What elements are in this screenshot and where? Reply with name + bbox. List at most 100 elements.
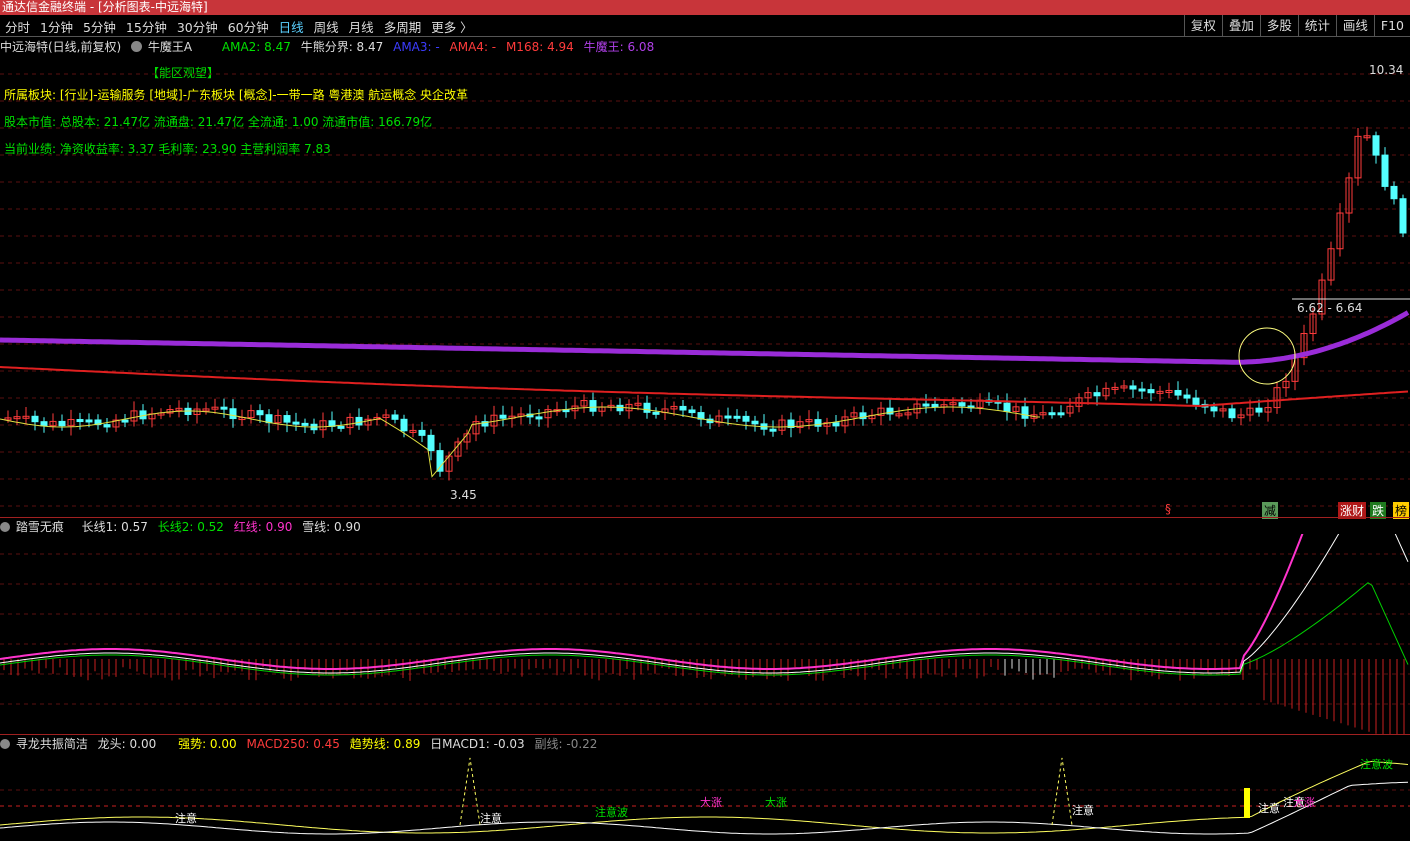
- candle-body: [337, 425, 345, 429]
- candle-body: [1147, 389, 1155, 394]
- tool-button-3[interactable]: 统计: [1297, 15, 1336, 37]
- period-tab-0[interactable]: 分时: [0, 17, 35, 36]
- candle-body: [121, 419, 129, 423]
- indicator2-name[interactable]: 寻龙共振简洁: [16, 737, 88, 751]
- candle-body: [436, 450, 444, 472]
- marker-s: §: [1165, 502, 1171, 516]
- window-title: 通达信金融终端 - [分析图表-中远海特]: [0, 0, 1410, 15]
- macd250-value: MACD250: 0.45: [246, 737, 340, 751]
- candle-body: [301, 422, 309, 426]
- candle-body: [1399, 198, 1407, 234]
- signal-label: 大涨: [700, 795, 722, 809]
- signal-label: 注意: [1258, 801, 1280, 815]
- candle-body: [1138, 388, 1146, 392]
- candle-body: [679, 405, 687, 411]
- candle-body: [742, 415, 750, 422]
- signal-label: 大涨: [765, 795, 787, 809]
- snow-line-series: [0, 534, 1409, 674]
- daily-macd-value: 日MACD1: -0.03: [430, 737, 525, 751]
- signal-label: 注意波: [595, 805, 628, 819]
- candle-body: [103, 424, 111, 428]
- signal-bar: [1244, 788, 1250, 818]
- candle-body: [418, 429, 426, 436]
- period-tab-6[interactable]: 日线: [274, 17, 309, 36]
- circle-chevron-icon[interactable]: [0, 522, 10, 532]
- candle-body: [85, 419, 93, 423]
- candle-body: [76, 419, 84, 423]
- indicator1-chart[interactable]: [0, 534, 1410, 734]
- indicator1-legend: 踏雪无痕 长线1: 0.57 长线2: 0.52 红线: 0.90 雪线: 0.…: [0, 518, 367, 535]
- candle-body: [283, 415, 291, 423]
- candle-body: [1255, 407, 1263, 413]
- low-price-label: 3.45: [450, 488, 477, 502]
- period-tab-4[interactable]: 30分钟: [172, 17, 223, 36]
- tool-button-5[interactable]: F10: [1373, 15, 1410, 37]
- candle-body: [31, 415, 39, 423]
- candle-body: [1228, 408, 1236, 419]
- indicator2-chart[interactable]: 注意 注意注意 注意 注意大涨 大涨 大涨注意波注意波: [0, 750, 1410, 841]
- period-tab-8[interactable]: 月线: [344, 17, 379, 36]
- candle-body: [922, 403, 930, 407]
- candle-body: [355, 416, 363, 426]
- candle-body: [643, 402, 651, 413]
- candle-body: [229, 408, 237, 420]
- candle-body: [733, 415, 741, 419]
- candle-body: [1390, 185, 1398, 200]
- sub-line-value: 副线: -0.22: [534, 737, 598, 751]
- period-tab-10[interactable]: 更多 〉: [426, 17, 477, 36]
- candle-body: [256, 410, 264, 416]
- range-label: 6.62 - 6.64: [1297, 301, 1363, 315]
- long-line-1: 长线1: 0.57: [81, 520, 148, 534]
- period-toolbar: 分时 1分钟 5分钟 15分钟 30分钟 60分钟 日线 周线 月线 多周期 更多 〉 复权 叠加 多股…: [0, 15, 1410, 37]
- candle-body: [1093, 392, 1101, 397]
- candle-body: [1021, 406, 1029, 419]
- candle-body: [724, 415, 732, 419]
- candle-body: [1003, 402, 1011, 412]
- period-tab-9[interactable]: 多周期: [379, 17, 427, 36]
- high-price-label: 10.34: [1369, 63, 1404, 77]
- candle-body: [589, 400, 597, 412]
- circle-chevron-icon[interactable]: [0, 739, 10, 749]
- price-chart[interactable]: [0, 37, 1410, 517]
- signal-label: 注意波: [1360, 757, 1393, 771]
- candle-body: [1174, 389, 1182, 396]
- tool-button-4[interactable]: 画线: [1335, 15, 1374, 37]
- candle-body: [814, 419, 822, 427]
- candle-body: [1372, 135, 1380, 156]
- period-tab-3[interactable]: 15分钟: [121, 17, 172, 36]
- candle-body: [1210, 406, 1218, 412]
- tool-button-0[interactable]: 复权: [1183, 15, 1222, 37]
- strong-value: 强势: 0.00: [178, 737, 237, 751]
- spike-marker: [459, 757, 481, 826]
- candle-body: [220, 406, 228, 410]
- tool-button-1[interactable]: 叠加: [1221, 15, 1260, 37]
- candle-body: [427, 434, 435, 452]
- chart-tools: 复权 叠加 多股 统计 画线 F10: [1183, 15, 1410, 37]
- red-line: 红线: 0.90: [233, 520, 293, 534]
- period-tab-5[interactable]: 60分钟: [223, 17, 274, 36]
- candle-body: [958, 402, 966, 407]
- trend-value: 趋势线: 0.89: [349, 737, 421, 751]
- candle-body: [1048, 412, 1056, 416]
- tool-button-2[interactable]: 多股: [1259, 15, 1298, 37]
- candle-body: [1129, 385, 1137, 390]
- signal-label: 注意: [480, 811, 502, 825]
- candle-body: [688, 409, 696, 414]
- period-tab-1[interactable]: 1分钟: [35, 17, 78, 36]
- candle-body: [499, 414, 507, 419]
- candle-body: [931, 403, 939, 408]
- signal-label: 注意: [1072, 803, 1094, 817]
- period-tab-2[interactable]: 5分钟: [78, 17, 121, 36]
- period-tabs: 分时 1分钟 5分钟 15分钟 30分钟 60分钟 日线 周线 月线 多周期 更多 〉: [0, 15, 478, 37]
- spike-marker: [1051, 757, 1073, 826]
- candle-body: [1183, 394, 1191, 399]
- candle-body: [769, 428, 777, 432]
- candle-body: [292, 421, 300, 425]
- candle-body: [391, 414, 399, 420]
- longhead-value: 龙头: 0.00: [97, 737, 157, 751]
- candle-body: [400, 418, 408, 432]
- candle-body: [535, 416, 543, 420]
- snow-line: 雪线: 0.90: [302, 520, 361, 534]
- indicator1-name[interactable]: 踏雪无痕: [16, 520, 64, 534]
- period-tab-7[interactable]: 周线: [309, 17, 344, 36]
